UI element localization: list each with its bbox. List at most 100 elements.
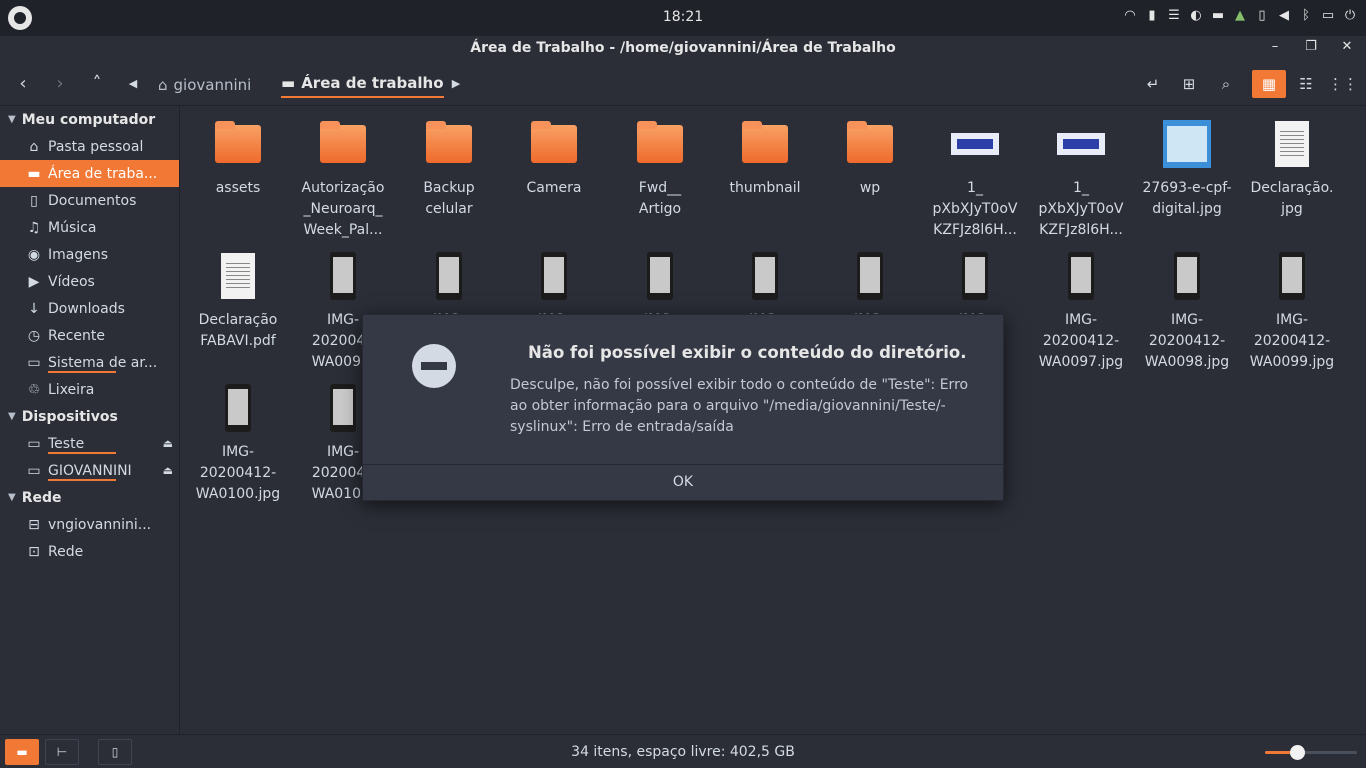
up-button[interactable]: ˄	[87, 74, 107, 94]
volume-icon[interactable]: ◀	[1276, 8, 1292, 24]
file-item[interactable]: Declaração. jpg	[1242, 114, 1342, 220]
file-thumbnail	[188, 246, 288, 306]
cpf-thumbnail-icon	[1163, 120, 1211, 168]
compact-view-button[interactable]: ⋮⋮	[1326, 70, 1360, 98]
file-item[interactable]: Camera	[504, 114, 604, 199]
file-label: assets	[215, 180, 261, 196]
bluetooth-icon[interactable]: ᛒ	[1298, 8, 1314, 24]
new-folder-button[interactable]: ⊞	[1172, 70, 1206, 98]
card-thumbnail-icon	[1057, 133, 1105, 155]
file-item[interactable]: Declaração FABAVI.pdf	[188, 246, 288, 352]
file-item[interactable]: 1_ pXbXJyT0oV KZFJz8l6H...	[1031, 114, 1131, 241]
file-label: IMG- 20200412- WA0099.jpg	[1249, 312, 1335, 370]
sidebar-section-network[interactable]: ▼ Rede	[0, 484, 179, 511]
night-mode-icon[interactable]: ◐	[1188, 8, 1204, 24]
file-item[interactable]: Fwd__ Artigo	[610, 114, 710, 220]
folder-icon: ▬	[281, 74, 296, 92]
menu-lines-icon[interactable]: ☰	[1166, 8, 1182, 24]
open-terminal-button[interactable]: ↵	[1136, 70, 1170, 98]
new-folder-icon: ⊞	[1182, 75, 1196, 93]
maximize-icon[interactable]: ❐	[1304, 40, 1318, 54]
phone-thumbnail-icon	[1174, 252, 1200, 300]
usb-icon[interactable]: ▮	[1144, 8, 1160, 24]
phone-thumbnail-icon	[752, 252, 778, 300]
file-thumbnail	[715, 114, 815, 174]
battery-icon[interactable]: ▯	[1254, 8, 1270, 24]
file-thumbnail	[293, 114, 393, 174]
wifi-icon[interactable]: ◠	[1122, 8, 1138, 24]
usage-bar	[48, 479, 116, 481]
phone-thumbnail-icon	[1068, 252, 1094, 300]
file-thumbnail	[504, 246, 604, 306]
compact-list-icon: ⋮⋮	[1328, 75, 1358, 93]
sidebar-item-home[interactable]: ⌂ Pasta pessoal	[0, 133, 179, 160]
doc-thumbnail-icon	[1275, 121, 1309, 167]
back-button[interactable]: ‹	[13, 74, 33, 94]
file-item[interactable]: Autorização _Neuroarq_ Week_Pal...	[293, 114, 393, 241]
sidebar-item-downloads[interactable]: ↓ Downloads	[0, 295, 179, 322]
phone-thumbnail-icon	[330, 384, 356, 432]
file-label: Autorização _Neuroarq_ Week_Pal...	[301, 180, 385, 238]
sidebar-item-filesystem[interactable]: ▭ Sistema de ar...	[0, 349, 179, 376]
file-item[interactable]: Backup celular	[399, 114, 499, 220]
file-item[interactable]: IMG- 20200412- WA0100.jpg	[188, 378, 288, 505]
doc-thumbnail-icon	[221, 253, 255, 299]
status-text: 34 itens, espaço livre: 402,5 GB	[571, 744, 795, 760]
collapse-triangle-icon: ▼	[8, 114, 16, 125]
power-icon[interactable]: ⏻	[1342, 8, 1358, 24]
sidebar-section-devices[interactable]: ▼ Dispositivos	[0, 403, 179, 430]
close-icon[interactable]: ✕	[1340, 40, 1354, 54]
folder-icon	[215, 121, 261, 163]
folder-icon[interactable]: ▬	[1210, 8, 1226, 24]
sidebar-item-trash[interactable]: ♲ Lixeira	[0, 376, 179, 403]
zoom-slider[interactable]	[1265, 745, 1357, 760]
eject-icon[interactable]: ⏏	[163, 437, 173, 450]
phone-thumbnail-icon	[436, 252, 462, 300]
sidebar-section-computer[interactable]: ▼ Meu computador	[0, 106, 179, 133]
file-item[interactable]: 1_ pXbXJyT0oV KZFJz8l6H...	[925, 114, 1025, 241]
breadcrumb-right-arrow[interactable]: ▶	[446, 74, 466, 94]
file-label: 1_ pXbXJyT0oV KZFJz8l6H...	[1038, 180, 1124, 238]
file-thumbnail	[1031, 114, 1131, 174]
breadcrumb-desktop[interactable]: ▬ Área de trabalho	[281, 72, 444, 98]
sidebar-item-network-share[interactable]: ⊟ vngiovannini...	[0, 511, 179, 538]
file-thumbnail	[293, 246, 393, 306]
list-view-button[interactable]: ☷	[1289, 70, 1323, 98]
file-thumbnail	[1137, 114, 1237, 174]
sidebar-item-documents[interactable]: ▯ Documentos	[0, 187, 179, 214]
forward-button[interactable]: ›	[50, 74, 70, 94]
notification-icon[interactable]: ▲	[1232, 8, 1248, 24]
ok-button[interactable]: OK	[363, 465, 1003, 500]
sidebar-item-music[interactable]: ♫ Música	[0, 214, 179, 241]
zoom-handle[interactable]	[1289, 745, 1305, 760]
breadcrumb-home[interactable]: ⌂ giovannini	[158, 72, 251, 98]
file-label: Fwd__ Artigo	[638, 180, 682, 217]
sidebar-item-videos[interactable]: ▶ Vídeos	[0, 268, 179, 295]
breadcrumb-left-arrow[interactable]: ◀	[123, 74, 143, 94]
folder-icon	[742, 121, 788, 163]
file-label: Backup celular	[423, 180, 475, 217]
eject-icon[interactable]: ⏏	[163, 464, 173, 477]
file-label: 1_ pXbXJyT0oV KZFJz8l6H...	[932, 180, 1018, 238]
file-item[interactable]: IMG- 20200412- WA0097.jpg	[1031, 246, 1131, 373]
sidebar-item-teste[interactable]: ▭ Teste ⏏	[0, 430, 179, 457]
file-item[interactable]: IMG- 20200412- WA0099.jpg	[1242, 246, 1342, 373]
sidebar-item-desktop[interactable]: ▬ Área de traba...	[0, 160, 179, 187]
sidebar-item-pictures[interactable]: ◉ Imagens	[0, 241, 179, 268]
minimize-icon[interactable]: –	[1268, 40, 1282, 54]
file-item[interactable]: wp	[820, 114, 920, 199]
search-button[interactable]: ⌕	[1209, 70, 1243, 98]
sidebar-item-network[interactable]: ⊡ Rede	[0, 538, 179, 565]
file-item[interactable]: 27693-e-cpf- digital.jpg	[1137, 114, 1237, 220]
screen-icon[interactable]: ▭	[1320, 8, 1336, 24]
folder-icon	[847, 121, 893, 163]
sidebar-item-recent[interactable]: ◷ Recente	[0, 322, 179, 349]
icon-view-button[interactable]: ▦	[1252, 70, 1286, 98]
file-item[interactable]: IMG- 20200412- WA0098.jpg	[1137, 246, 1237, 373]
file-thumbnail	[610, 114, 710, 174]
file-thumbnail	[1242, 114, 1342, 174]
sidebar-item-giovannini[interactable]: ▭ GIOVANNINI ⏏	[0, 457, 179, 484]
file-item[interactable]: assets	[188, 114, 288, 199]
usage-bar	[48, 371, 116, 373]
file-item[interactable]: thumbnail	[715, 114, 815, 199]
